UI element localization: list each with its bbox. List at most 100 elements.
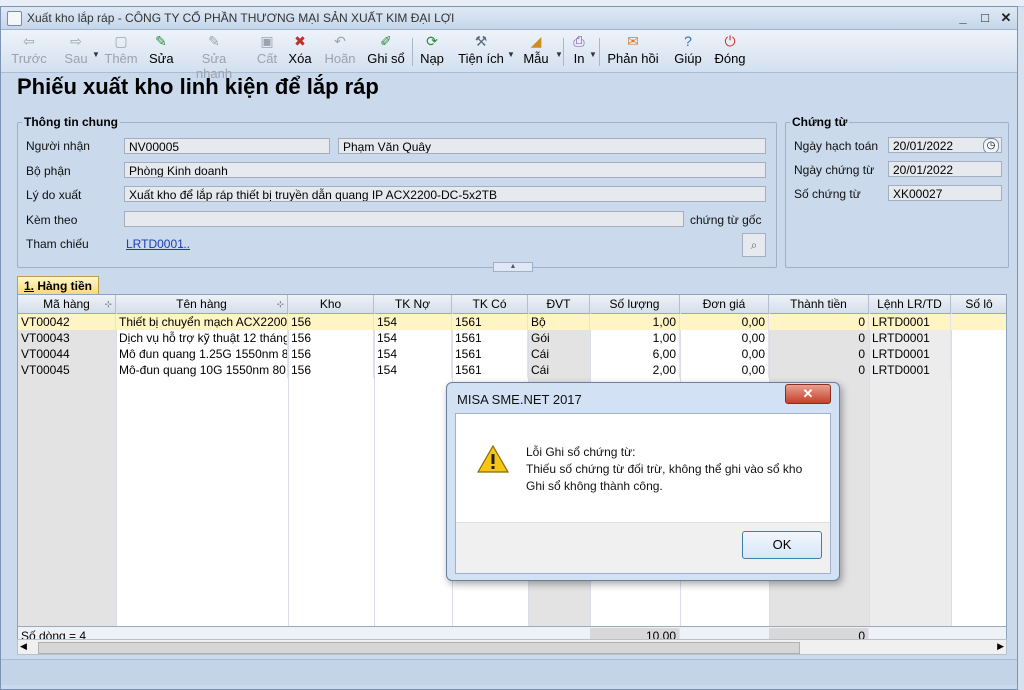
- cell-credit[interactable]: 1561: [452, 346, 528, 362]
- cell-name[interactable]: Mô-đun quang 10G 1550nm 80: [116, 362, 288, 378]
- col-header-warehouse[interactable]: Kho: [288, 295, 374, 313]
- cell-order[interactable]: LRTD0001: [869, 346, 951, 362]
- voucher-no-field[interactable]: XK00027: [888, 185, 1002, 201]
- recipient-code-field[interactable]: NV00005: [124, 138, 330, 154]
- cell-debit[interactable]: 154: [374, 330, 452, 346]
- pin-icon[interactable]: ⊹: [104, 295, 112, 313]
- cell-name[interactable]: Dịch vụ hỗ trợ kỹ thuật 12 tháng: [116, 330, 288, 346]
- maximize-button[interactable]: □: [977, 10, 993, 26]
- department-field[interactable]: Phòng Kinh doanh: [124, 162, 766, 178]
- cell-price[interactable]: 0,00: [680, 346, 769, 362]
- cell-lot[interactable]: [951, 330, 1006, 346]
- cell-lot[interactable]: [951, 362, 1006, 378]
- attach-field[interactable]: [124, 211, 684, 227]
- cell-credit[interactable]: 1561: [452, 314, 528, 330]
- col-header-debit[interactable]: TK Nợ: [374, 295, 452, 313]
- col-header-name[interactable]: Tên hàng ⊹: [116, 295, 288, 313]
- cell-amount[interactable]: 0: [769, 362, 869, 378]
- col-header-order[interactable]: Lệnh LR/TD: [869, 295, 951, 313]
- collapse-panel-button[interactable]: ▲: [493, 262, 533, 272]
- col-header-credit[interactable]: TK Có: [452, 295, 528, 313]
- tab-goods-money[interactable]: 1. Hàng tiền: [17, 276, 99, 295]
- cell-price[interactable]: 0,00: [680, 362, 769, 378]
- reason-field[interactable]: Xuất kho để lắp ráp thiết bị truyền dẫn …: [124, 186, 766, 202]
- delete-button[interactable]: ✖ Xóa: [288, 33, 312, 66]
- cell-order[interactable]: LRTD0001: [869, 314, 951, 330]
- dialog-close-button[interactable]: ✕: [785, 384, 831, 404]
- cell-amount[interactable]: 0: [769, 314, 869, 330]
- prev-button[interactable]: ⇦ Trước: [11, 33, 47, 66]
- cell-unit[interactable]: Bộ: [528, 314, 590, 330]
- cell-order[interactable]: LRTD0001: [869, 362, 951, 378]
- undo-button[interactable]: ↶ Hoãn: [323, 33, 357, 66]
- col-header-unit[interactable]: ĐVT: [528, 295, 590, 313]
- reference-more-link[interactable]: ...: [180, 237, 190, 251]
- scroll-thumb[interactable]: [38, 642, 800, 654]
- cell-order[interactable]: LRTD0001: [869, 330, 951, 346]
- cell-quantity[interactable]: 1,00: [590, 330, 680, 346]
- recipient-name-field[interactable]: Phạm Văn Quây: [338, 138, 766, 154]
- cell-debit[interactable]: 154: [374, 346, 452, 362]
- cell-debit[interactable]: 154: [374, 314, 452, 330]
- col-header-code[interactable]: Mã hàng ⊹: [18, 295, 116, 313]
- cell-amount[interactable]: 0: [769, 346, 869, 362]
- next-dropdown-icon[interactable]: ▼: [92, 50, 100, 59]
- close-form-button[interactable]: ⏻ Đóng: [713, 33, 747, 66]
- utilities-button[interactable]: ⚒ Tiện ích: [457, 33, 505, 66]
- calendar-icon[interactable]: ◷: [983, 138, 999, 152]
- cell-unit[interactable]: Cái: [528, 346, 590, 362]
- col-header-price[interactable]: Đơn giá: [680, 295, 769, 313]
- cell-warehouse[interactable]: 156: [288, 314, 374, 330]
- feedback-button[interactable]: ✉ Phản hồi: [607, 33, 659, 66]
- table-row[interactable]: VT00042 Thiết bị chuyển mạch ACX2200 156 15…: [18, 314, 1006, 330]
- cell-warehouse[interactable]: 156: [288, 346, 374, 362]
- template-dropdown-icon[interactable]: ▼: [555, 50, 563, 59]
- cell-credit[interactable]: 1561: [452, 362, 528, 378]
- cell-price[interactable]: 0,00: [680, 330, 769, 346]
- cell-quantity[interactable]: 2,00: [590, 362, 680, 378]
- cell-quantity[interactable]: 6,00: [590, 346, 680, 362]
- next-button[interactable]: ⇨ Sau: [61, 33, 91, 66]
- save-button[interactable]: ▣ Cất: [256, 33, 278, 66]
- table-row[interactable]: VT00043 Dịch vụ hỗ trợ kỹ thuật 12 tháng 1…: [18, 330, 1006, 346]
- pin-icon[interactable]: ⊹: [276, 295, 284, 313]
- help-button[interactable]: ? Giúp: [673, 33, 703, 66]
- post-button[interactable]: ✐ Ghi sổ: [367, 33, 405, 66]
- print-button[interactable]: ⎙ In: [569, 33, 589, 66]
- cell-name[interactable]: Thiết bị chuyển mạch ACX2200: [116, 314, 288, 330]
- close-button[interactable]: ✕: [998, 10, 1014, 26]
- cell-amount[interactable]: 0: [769, 330, 869, 346]
- cell-price[interactable]: 0,00: [680, 314, 769, 330]
- minimize-button[interactable]: _: [955, 10, 971, 26]
- horizontal-scrollbar[interactable]: ◀ ▶: [17, 639, 1007, 655]
- scroll-right-icon[interactable]: ▶: [997, 641, 1004, 652]
- voucher-date-field[interactable]: 20/01/2022: [888, 161, 1002, 177]
- cell-code[interactable]: VT00043: [18, 330, 116, 346]
- cell-warehouse[interactable]: 156: [288, 330, 374, 346]
- cell-lot[interactable]: [951, 314, 1006, 330]
- cell-code[interactable]: VT00045: [18, 362, 116, 378]
- cell-credit[interactable]: 1561: [452, 330, 528, 346]
- print-dropdown-icon[interactable]: ▼: [589, 50, 597, 59]
- table-row[interactable]: VT00044 Mô đun quang 1.25G 1550nm 8 156 154…: [18, 346, 1006, 362]
- cell-code[interactable]: VT00042: [18, 314, 116, 330]
- search-reference-button[interactable]: ⌕: [742, 233, 766, 257]
- ok-button[interactable]: OK: [742, 531, 822, 559]
- posting-date-field[interactable]: 20/01/2022 ◷: [888, 137, 1002, 153]
- cell-code[interactable]: VT00044: [18, 346, 116, 362]
- col-header-lot[interactable]: Số lô: [951, 295, 1006, 313]
- col-header-quantity[interactable]: Số lượng: [590, 295, 680, 313]
- reload-button[interactable]: ⟳ Nạp: [419, 33, 445, 66]
- edit-button[interactable]: ✎ Sửa: [149, 33, 174, 66]
- cell-lot[interactable]: [951, 346, 1006, 362]
- template-button[interactable]: ◢ Mẫu: [521, 33, 551, 66]
- scroll-left-icon[interactable]: ◀: [20, 641, 27, 652]
- cell-name[interactable]: Mô đun quang 1.25G 1550nm 8: [116, 346, 288, 362]
- cell-unit[interactable]: Cái: [528, 362, 590, 378]
- cell-warehouse[interactable]: 156: [288, 362, 374, 378]
- cell-quantity[interactable]: 1,00: [590, 314, 680, 330]
- cell-unit[interactable]: Gói: [528, 330, 590, 346]
- table-row[interactable]: VT00045 Mô-đun quang 10G 1550nm 80 156 154 1…: [18, 362, 1006, 378]
- col-header-amount[interactable]: Thành tiền: [769, 295, 869, 313]
- cell-debit[interactable]: 154: [374, 362, 452, 378]
